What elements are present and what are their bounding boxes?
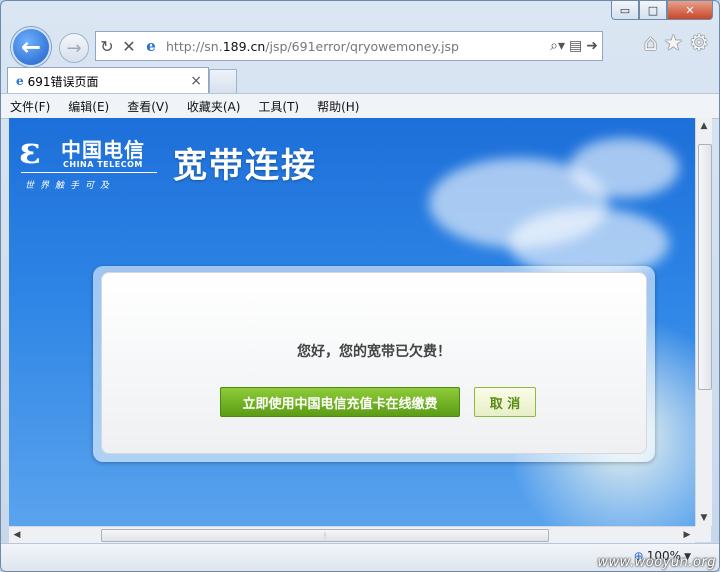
scroll-left-icon[interactable]: ◀	[9, 527, 25, 543]
scroll-up-icon[interactable]: ▲	[696, 118, 712, 134]
close-window-button[interactable]: ✕	[667, 1, 713, 20]
browser-window: ▭ □ ✕ ← → ↻ ✕ e http://sn.189.cn/jsp/691…	[0, 0, 720, 572]
refresh-icon[interactable]: ↻	[96, 34, 118, 58]
page-content: ε 中国电信 CHINA TELECOM 世界触手可及 宽带连接 您好，您的宽带…	[9, 118, 695, 526]
maximize-button[interactable]: □	[639, 1, 667, 20]
ie-logo-icon: e	[16, 74, 24, 88]
horizontal-scroll-thumb[interactable]: ⦙	[101, 529, 549, 542]
logo-slogan: 世界触手可及	[25, 181, 116, 191]
menu-favorites[interactable]: 收藏夹(A)	[178, 98, 250, 115]
favorites-star-icon[interactable]: ★	[664, 31, 684, 56]
url-text[interactable]: http://sn.189.cn/jsp/691error/qryowemone…	[162, 39, 550, 54]
search-icon[interactable]: ⌕▾	[550, 38, 565, 54]
logo-english-text: CHINA TELECOM	[63, 160, 143, 169]
new-tab-button[interactable]	[209, 69, 237, 94]
window-caption-buttons: ▭ □ ✕	[611, 1, 713, 20]
scroll-right-icon[interactable]: ▶	[679, 527, 695, 543]
menu-edit[interactable]: 编辑(E)	[59, 98, 118, 115]
menu-view[interactable]: 查看(V)	[118, 98, 178, 115]
address-bar[interactable]: ↻ ✕ e http://sn.189.cn/jsp/691error/qryo…	[95, 31, 603, 61]
go-arrow-icon[interactable]: ➜	[586, 38, 598, 54]
arrears-dialog: 您好，您的宽带已欠费！ 立即使用中国电信充值卡在线缴费 取 消	[93, 266, 655, 462]
logo-chinese-text: 中国电信	[61, 138, 145, 162]
compatibility-view-icon[interactable]: ▤	[569, 38, 582, 54]
back-arrow-icon: ←	[20, 33, 42, 61]
china-telecom-logo: ε 中国电信 CHINA TELECOM 世界触手可及	[17, 128, 157, 198]
ie-logo-icon: e	[146, 37, 156, 55]
command-icons: ⌂ ★ ⚙	[644, 31, 709, 56]
page-title: 宽带连接	[173, 146, 317, 186]
minimize-button[interactable]: ▭	[611, 1, 639, 20]
stop-icon[interactable]: ✕	[118, 34, 140, 58]
watermark: www.wooyun.org	[597, 555, 716, 570]
gear-icon[interactable]: ⚙	[689, 31, 709, 56]
tab-strip: e 691错误页面 ×	[1, 65, 719, 94]
back-button[interactable]: ←	[11, 27, 51, 67]
menu-file[interactable]: 文件(F)	[1, 98, 59, 115]
menu-bar: 文件(F) 编辑(E) 查看(V) 收藏夹(A) 工具(T) 帮助(H)	[1, 93, 719, 119]
forward-button[interactable]: →	[59, 33, 89, 63]
navigation-bar: ← → ↻ ✕ e http://sn.189.cn/jsp/691error/…	[1, 25, 719, 67]
pay-online-button[interactable]: 立即使用中国电信充值卡在线缴费	[220, 387, 460, 417]
dialog-message: 您好，您的宽带已欠费！	[297, 344, 451, 360]
vertical-scrollbar[interactable]: ▲ ▼	[695, 118, 712, 526]
vertical-scroll-thumb[interactable]	[698, 144, 712, 390]
cloud-decoration	[569, 138, 679, 198]
tab-active[interactable]: e 691错误页面 ×	[7, 67, 209, 94]
menu-help[interactable]: 帮助(H)	[308, 98, 368, 115]
close-tab-icon[interactable]: ×	[190, 73, 202, 89]
home-icon[interactable]: ⌂	[644, 31, 658, 56]
tab-title: 691错误页面	[27, 74, 99, 89]
forward-arrow-icon: →	[66, 37, 82, 59]
menu-tools[interactable]: 工具(T)	[249, 98, 308, 115]
telecom-mark-icon: ε	[19, 130, 41, 172]
cancel-button[interactable]: 取 消	[474, 387, 536, 417]
horizontal-scrollbar[interactable]: ◀ ⦙ ▶	[9, 526, 695, 543]
scroll-down-icon[interactable]: ▼	[696, 510, 712, 526]
